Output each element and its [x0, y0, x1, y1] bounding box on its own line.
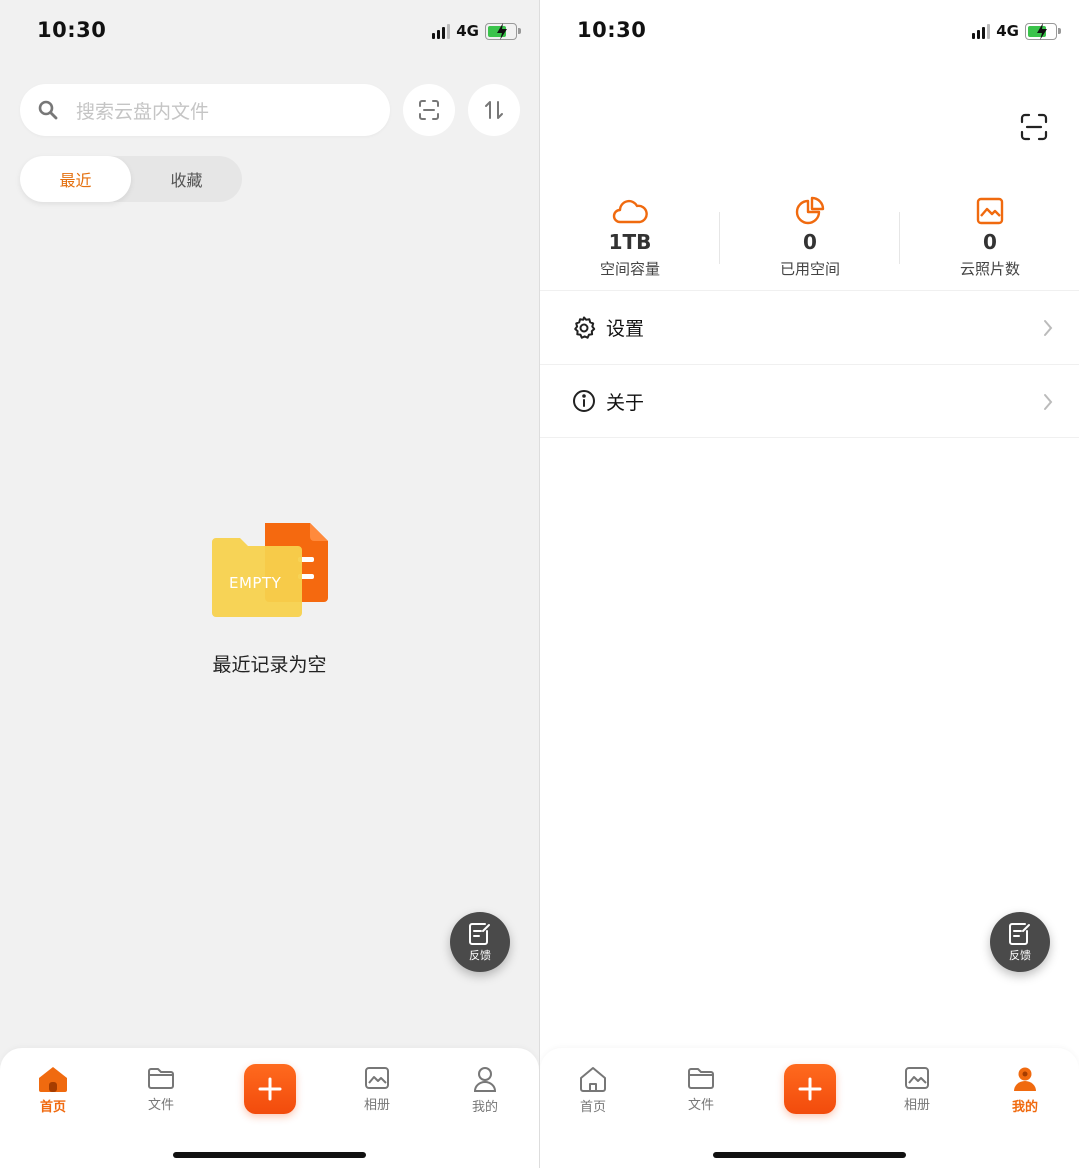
profile-screen: 10:30 4G 1TB 空间容量 0 已用空间 0 云照片数 设置 关于 反馈… — [540, 0, 1079, 1168]
empty-message: 最近记录为空 — [212, 654, 327, 676]
storage-stats: 1TB 空间容量 0 已用空间 0 云照片数 — [540, 196, 1079, 290]
search-input[interactable]: 搜索云盘内文件 — [20, 84, 390, 136]
tab-album[interactable]: 相册 — [872, 1066, 962, 1113]
recent-favorites-switch: 最近 收藏 — [20, 156, 242, 202]
tab-home-label: 首页 — [39, 1100, 66, 1115]
stat-photos: 0 云照片数 — [900, 196, 1079, 279]
empty-illustration: EMPTY — [210, 520, 332, 620]
chevron-right-icon — [1044, 320, 1053, 336]
search-icon — [38, 100, 58, 120]
status-bar: 10:30 4G — [540, 0, 1079, 64]
folder-icon — [688, 1068, 714, 1089]
sort-button[interactable] — [468, 84, 520, 136]
scan-button[interactable] — [403, 84, 455, 136]
home-indicator — [713, 1152, 906, 1158]
home-screen: 10:30 4G 搜索云盘内文件 最近 收藏 EMPTY 最近记录为空 反馈 首… — [0, 0, 539, 1168]
tab-album[interactable]: 相册 — [332, 1066, 422, 1113]
status-indicators: 4G — [972, 22, 1061, 40]
scan-icon — [1020, 113, 1048, 141]
stat-photos-label: 云照片数 — [959, 260, 1020, 278]
status-time: 10:30 — [37, 18, 107, 42]
menu-item-settings-label: 设置 — [606, 318, 645, 340]
signal-icon — [972, 23, 991, 39]
feedback-icon — [1009, 922, 1030, 945]
feedback-button[interactable]: 反馈 — [450, 912, 510, 972]
home-indicator — [173, 1152, 366, 1158]
folder-icon — [148, 1068, 174, 1089]
chevron-right-icon — [1044, 394, 1053, 410]
cloud-icon — [612, 199, 648, 224]
tab-home[interactable]: 首页 — [8, 1066, 98, 1115]
tab-home[interactable]: 首页 — [548, 1066, 638, 1115]
pie-chart-icon — [795, 196, 825, 225]
scan-button[interactable] — [1019, 112, 1049, 142]
feedback-button[interactable]: 反馈 — [990, 912, 1050, 972]
feedback-icon — [469, 922, 490, 945]
tab-favorites[interactable]: 收藏 — [131, 156, 242, 202]
menu-item-about[interactable]: 关于 — [540, 364, 1079, 438]
tab-album-label: 相册 — [903, 1098, 930, 1113]
tab-album-label: 相册 — [363, 1098, 390, 1113]
tab-recent[interactable]: 最近 — [20, 156, 131, 202]
stat-capacity: 1TB 空间容量 — [540, 196, 720, 279]
home-icon — [39, 1067, 67, 1092]
scan-icon — [419, 100, 439, 120]
info-icon — [573, 390, 595, 412]
stat-used-label: 已用空间 — [779, 260, 840, 278]
gear-icon — [574, 316, 596, 339]
add-button[interactable] — [244, 1064, 296, 1114]
empty-illustration-label: EMPTY — [229, 574, 282, 592]
tab-mine[interactable]: 我的 — [980, 1066, 1070, 1115]
battery-icon — [485, 22, 521, 40]
stat-used-value: 0 — [803, 230, 817, 254]
network-type: 4G — [456, 22, 479, 40]
menu-item-settings[interactable]: 设置 — [540, 290, 1079, 364]
tab-files[interactable]: 文件 — [116, 1066, 206, 1113]
tab-mine[interactable]: 我的 — [440, 1066, 530, 1115]
search-placeholder: 搜索云盘内文件 — [76, 100, 210, 123]
plus-icon — [258, 1077, 282, 1101]
tab-bar: 首页 文件 相册 我的 — [540, 1048, 1079, 1168]
network-type: 4G — [996, 22, 1019, 40]
plus-icon — [798, 1077, 822, 1101]
tab-bar: 首页 文件 相册 我的 — [0, 1048, 539, 1168]
tab-files-label: 文件 — [687, 1098, 714, 1113]
battery-icon — [1025, 22, 1061, 40]
stat-photos-value: 0 — [983, 230, 997, 254]
stat-used: 0 已用空间 — [720, 196, 900, 279]
home-icon — [580, 1067, 606, 1092]
sort-icon — [485, 101, 503, 119]
tab-home-label: 首页 — [579, 1100, 606, 1115]
photo-icon — [905, 1067, 929, 1089]
signal-icon — [432, 23, 451, 39]
add-button[interactable] — [784, 1064, 836, 1114]
menu-item-about-label: 关于 — [606, 391, 645, 414]
photo-icon — [365, 1067, 389, 1089]
stat-capacity-label: 空间容量 — [599, 260, 660, 278]
tab-mine-label: 我的 — [1011, 1100, 1038, 1115]
profile-icon — [473, 1067, 497, 1092]
status-indicators: 4G — [432, 22, 521, 40]
feedback-label: 反馈 — [469, 948, 491, 962]
tab-mine-label: 我的 — [471, 1100, 498, 1115]
photo-icon — [976, 197, 1004, 225]
status-bar: 10:30 4G — [0, 0, 539, 64]
tab-files[interactable]: 文件 — [656, 1066, 746, 1113]
profile-icon — [1014, 1067, 1036, 1091]
tab-files-label: 文件 — [147, 1098, 174, 1113]
feedback-label: 反馈 — [1009, 948, 1031, 962]
status-time: 10:30 — [577, 18, 647, 42]
stat-capacity-value: 1TB — [608, 230, 652, 254]
